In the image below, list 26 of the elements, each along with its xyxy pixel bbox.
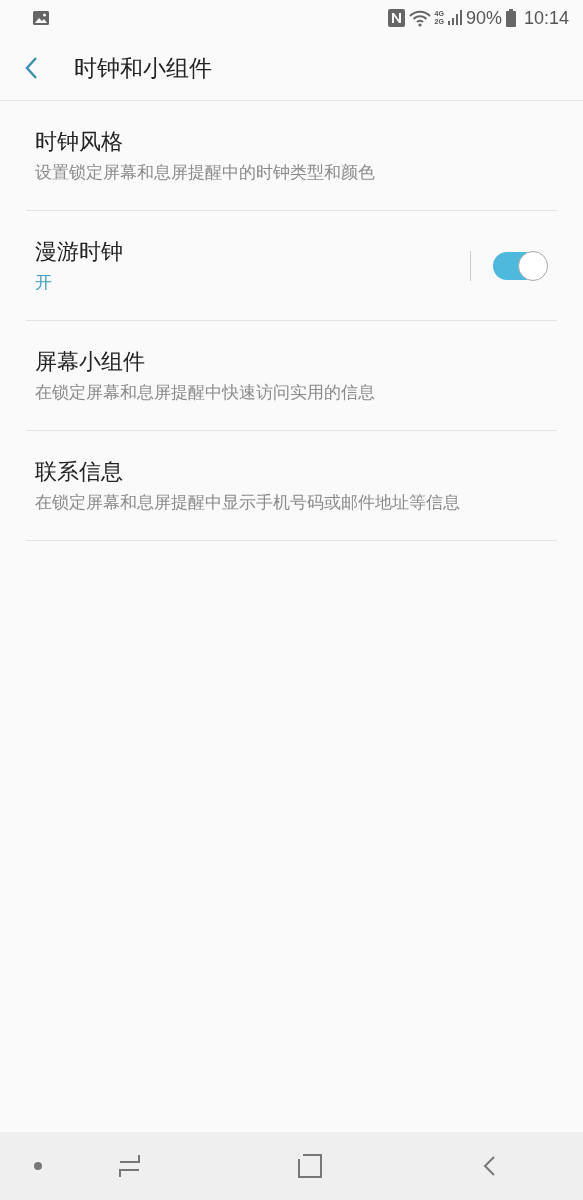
settings-item[interactable]: 漫游时钟 开	[26, 211, 557, 321]
clock: 10:14	[523, 6, 569, 30]
battery-percent: 90%	[465, 6, 502, 30]
back-icon[interactable]	[482, 1155, 496, 1177]
nfc-icon	[387, 9, 405, 27]
item-title: 时钟风格	[35, 129, 124, 156]
recent-apps-icon[interactable]	[118, 1154, 142, 1178]
back-icon[interactable]	[24, 56, 38, 80]
toggle-switch[interactable]	[493, 251, 547, 280]
dot-icon[interactable]	[34, 1162, 42, 1170]
home-icon[interactable]	[298, 1154, 322, 1178]
item-subtitle: 在锁定屏幕和息屏提醒中快速访问实用的信息	[35, 381, 376, 402]
item-subtitle: 开	[35, 271, 53, 292]
image-icon	[32, 10, 50, 26]
wifi-icon	[408, 9, 431, 27]
battery-icon	[505, 9, 516, 27]
settings-item[interactable]: 屏幕小组件 在锁定屏幕和息屏提醒中快速访问实用的信息	[26, 321, 557, 431]
item-title: 屏幕小组件	[35, 349, 146, 376]
item-title: 联系信息	[35, 459, 124, 486]
item-title: 漫游时钟	[35, 239, 124, 266]
item-subtitle: 设置锁定屏幕和息屏提醒中的时钟类型和颜色	[35, 161, 376, 182]
settings-item[interactable]: 时钟风格 设置锁定屏幕和息屏提醒中的时钟类型和颜色	[26, 101, 557, 211]
page-title: 时钟和小组件	[74, 53, 212, 83]
settings-item[interactable]: 联系信息 在锁定屏幕和息屏提醒中显示手机号码或邮件地址等信息	[26, 431, 557, 541]
signal-icon	[447, 10, 462, 26]
item-subtitle: 在锁定屏幕和息屏提醒中显示手机号码或邮件地址等信息	[35, 491, 461, 512]
